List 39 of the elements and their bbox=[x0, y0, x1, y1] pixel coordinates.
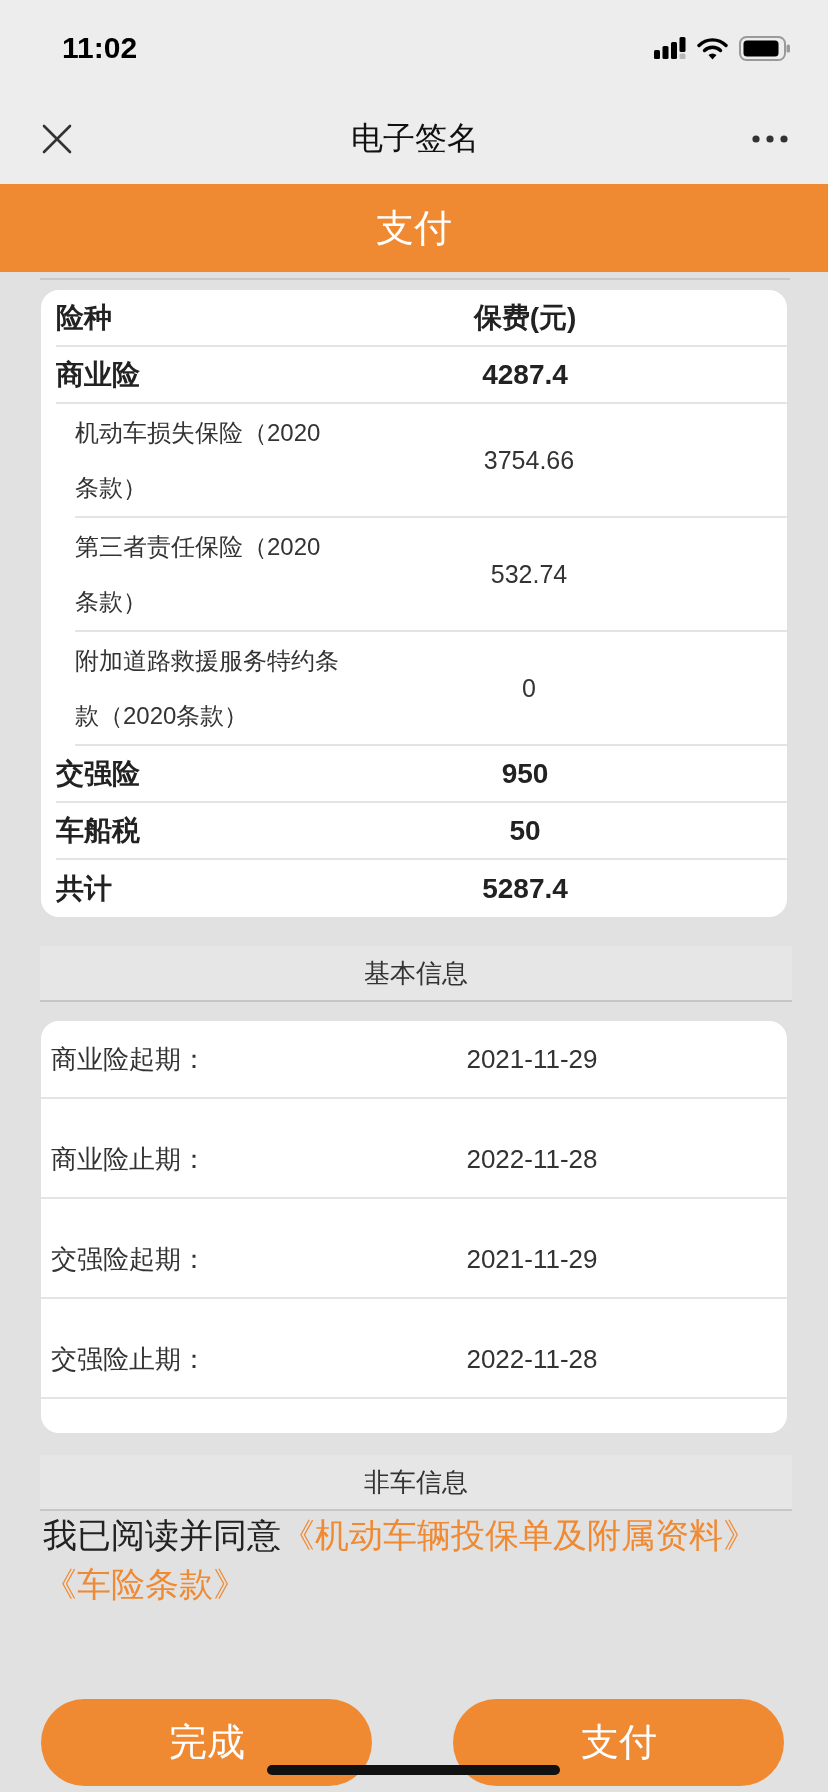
premium-value: 0 bbox=[521, 673, 537, 703]
column-header: 险种 bbox=[56, 300, 113, 335]
more-icon[interactable] bbox=[752, 135, 788, 143]
action-button[interactable]: 完成 bbox=[41, 1699, 372, 1786]
coverage-name: 商业险 bbox=[56, 358, 140, 390]
coverage-name: 车船税 bbox=[56, 814, 140, 846]
premium-value: 50 bbox=[508, 814, 542, 847]
wifi-icon bbox=[697, 36, 728, 60]
premium-value: 3754.66 bbox=[482, 445, 576, 475]
premium-value: 5287.4 bbox=[481, 872, 569, 905]
premium-value: 532.74 bbox=[489, 559, 569, 589]
document-link[interactable]: 《车险条款》 bbox=[43, 1565, 247, 1603]
field-value: 2022-11-28 bbox=[466, 1143, 598, 1174]
action-button[interactable]: 支付 bbox=[453, 1699, 784, 1786]
coverage-name: 机动车损失保险（2020条款） bbox=[75, 419, 321, 501]
field-value: 2021-11-29 bbox=[466, 1243, 598, 1274]
status-time: 11:02 bbox=[62, 31, 138, 65]
battery-icon bbox=[739, 35, 790, 61]
document-link[interactable]: 《机动车辆投保单及附属资料》 bbox=[281, 1516, 757, 1554]
section-header: 非车信息 bbox=[40, 1455, 792, 1511]
field-value: 2022-11-28 bbox=[466, 1343, 598, 1374]
pay-banner: 支付 bbox=[0, 184, 828, 272]
coverage-name: 交强险 bbox=[56, 757, 140, 789]
page-title: 电子签名 bbox=[351, 119, 479, 158]
section-header: 基本信息 bbox=[40, 946, 792, 1002]
field-label: 商业险止期： bbox=[51, 1142, 208, 1176]
premium-value: 4287.4 bbox=[481, 358, 569, 391]
premium-value: 950 bbox=[500, 757, 550, 790]
coverage-name: 共计 bbox=[56, 872, 112, 904]
close-icon[interactable] bbox=[42, 124, 72, 154]
field-label: 商业险起期： bbox=[51, 1042, 208, 1076]
field-value: 2021-11-29 bbox=[466, 1043, 598, 1074]
field-label: 交强险起期： bbox=[51, 1242, 208, 1276]
field-label: 交强险止期： bbox=[51, 1342, 208, 1376]
agreement-text: 我已阅读并同意《机动车辆投保单及附属资料》 《车险条款》 bbox=[43, 1515, 758, 1605]
signal-icon bbox=[654, 37, 686, 59]
column-header: 保费(元) bbox=[472, 300, 578, 335]
coverage-name: 附加道路救援服务特约条款（2020条款） bbox=[75, 647, 339, 729]
coverage-name: 第三者责任保险（2020条款） bbox=[75, 533, 321, 615]
